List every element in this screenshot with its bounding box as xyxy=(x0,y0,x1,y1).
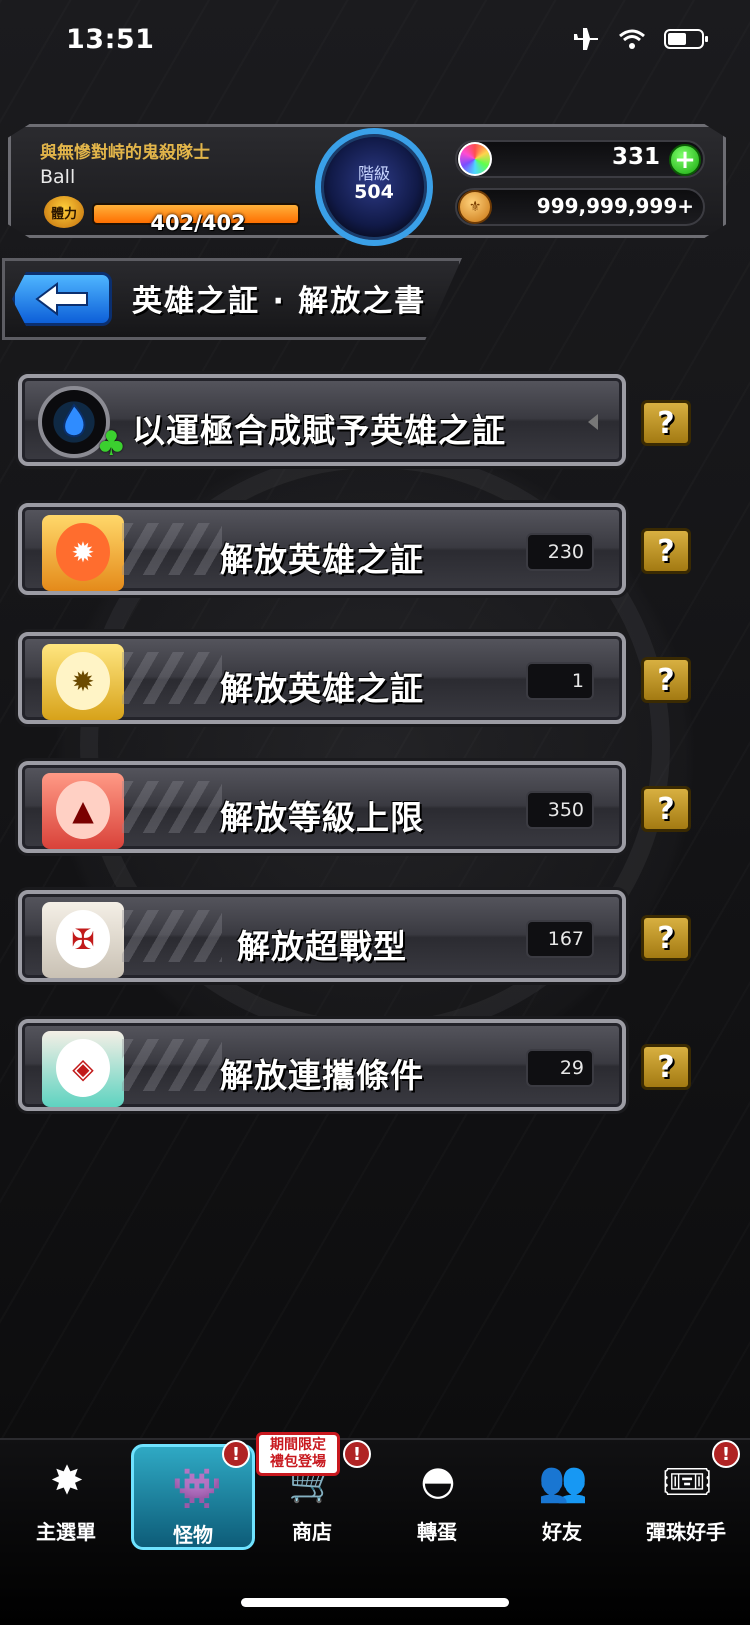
back-button[interactable] xyxy=(12,272,112,326)
list-item-release-hero-proof-red[interactable]: ✹ 解放英雄之証 230 xyxy=(18,503,626,595)
home-indicator[interactable] xyxy=(241,1598,509,1607)
nav-label: 主選單 xyxy=(36,1520,96,1544)
help-button[interactable]: ? xyxy=(641,915,691,961)
rank-value: 504 xyxy=(354,181,394,203)
coin-value: 999,999,999+ xyxy=(536,194,694,218)
ticket-icon: 🎟 xyxy=(661,1458,713,1505)
alert-icon: ! xyxy=(712,1440,740,1468)
emblem-icon: ✠ xyxy=(56,910,110,968)
list-item-label: 解放英雄之証 xyxy=(220,669,424,708)
emblem-icon: ✹ xyxy=(56,523,110,581)
item-count: 1 xyxy=(526,662,594,700)
list-item-label: 解放等級上限 xyxy=(220,798,424,837)
help-button[interactable]: ? xyxy=(641,528,691,574)
player-title: 與無慘對峙的鬼殺隊士 xyxy=(40,143,210,163)
scroll-icon: ◈ xyxy=(42,1031,124,1107)
alert-icon: ! xyxy=(222,1440,250,1468)
nav-item-main-menu[interactable]: ✸ 主選單 xyxy=(4,1440,128,1550)
nav-label: 彈珠好手 xyxy=(646,1520,726,1544)
friends-icon: 👥 xyxy=(538,1458,588,1505)
stamina-icon: 體力 xyxy=(44,196,84,228)
nav-label: 轉蛋 xyxy=(417,1520,457,1544)
stamina-text: 402/402 xyxy=(150,211,246,235)
list-item-release-super-battle[interactable]: ✠ 解放超戰型 167 xyxy=(18,890,626,982)
help-button[interactable]: ? xyxy=(641,400,691,446)
scroll-icon: ✹ xyxy=(42,515,124,591)
list-item-label: 以運極合成賦予英雄之証 xyxy=(132,411,506,450)
nav-label: 商店 xyxy=(292,1520,332,1544)
item-count: 230 xyxy=(526,533,594,571)
airplane-icon xyxy=(574,28,598,50)
add-orb-button[interactable]: + xyxy=(669,144,701,176)
help-button[interactable]: ? xyxy=(641,1044,691,1090)
scroll-icon: ✹ xyxy=(42,644,124,720)
player-name: Ball xyxy=(40,166,76,188)
item-count: 350 xyxy=(526,791,594,829)
list-item-release-link-condition[interactable]: ◈ 解放連攜條件 29 xyxy=(18,1019,626,1111)
nav-item-friends[interactable]: 👥 好友 xyxy=(500,1440,624,1550)
scroll-icon: ▲ xyxy=(42,773,124,849)
list-item-fuse-hero-proof[interactable]: ♣ 以運極合成賦予英雄之証 xyxy=(18,374,626,466)
status-time: 13:51 xyxy=(66,24,155,55)
list-item-label: 解放連攜條件 xyxy=(220,1056,424,1095)
orb-icon xyxy=(458,142,492,176)
alert-icon: ! xyxy=(343,1440,371,1468)
status-icons xyxy=(572,26,710,52)
item-count: 167 xyxy=(526,920,594,958)
emblem-icon: ▲ xyxy=(56,781,110,839)
egg-icon: ◓ xyxy=(420,1458,456,1504)
item-count: 29 xyxy=(526,1049,594,1087)
orb-value: 331 xyxy=(611,144,660,170)
scroll-icon: ✠ xyxy=(42,902,124,978)
list-item-release-hero-proof-gold[interactable]: ✹ 解放英雄之証 1 xyxy=(18,632,626,724)
clover-icon: ♣ xyxy=(96,424,127,464)
help-button[interactable]: ? xyxy=(641,657,691,703)
nav-label: 好友 xyxy=(542,1520,582,1544)
nav-item-gacha[interactable]: ◓ 轉蛋 xyxy=(375,1440,499,1550)
list-item-label: 解放英雄之証 xyxy=(220,540,424,579)
burst-icon: ✸ xyxy=(50,1458,84,1504)
help-button[interactable]: ? xyxy=(641,786,691,832)
page-title: 英雄之証 · 解放之書 xyxy=(132,284,427,319)
list-item-label: 解放超戰型 xyxy=(237,927,407,966)
emblem-icon: ◈ xyxy=(56,1039,110,1097)
back-arrow-icon xyxy=(35,282,88,316)
list-item-release-level-cap[interactable]: ▲ 解放等級上限 350 xyxy=(18,761,626,853)
coin-icon: ⚜ xyxy=(458,190,492,224)
monster-icon: 👾 xyxy=(172,1465,222,1512)
wifi-icon xyxy=(619,29,645,49)
battery-icon xyxy=(664,29,708,49)
emblem-icon: ✹ xyxy=(56,652,110,710)
nav-label: 怪物 xyxy=(173,1523,213,1547)
indicator-icon xyxy=(588,414,598,430)
promo-tag: 期間限定 禮包登場 xyxy=(256,1432,340,1476)
